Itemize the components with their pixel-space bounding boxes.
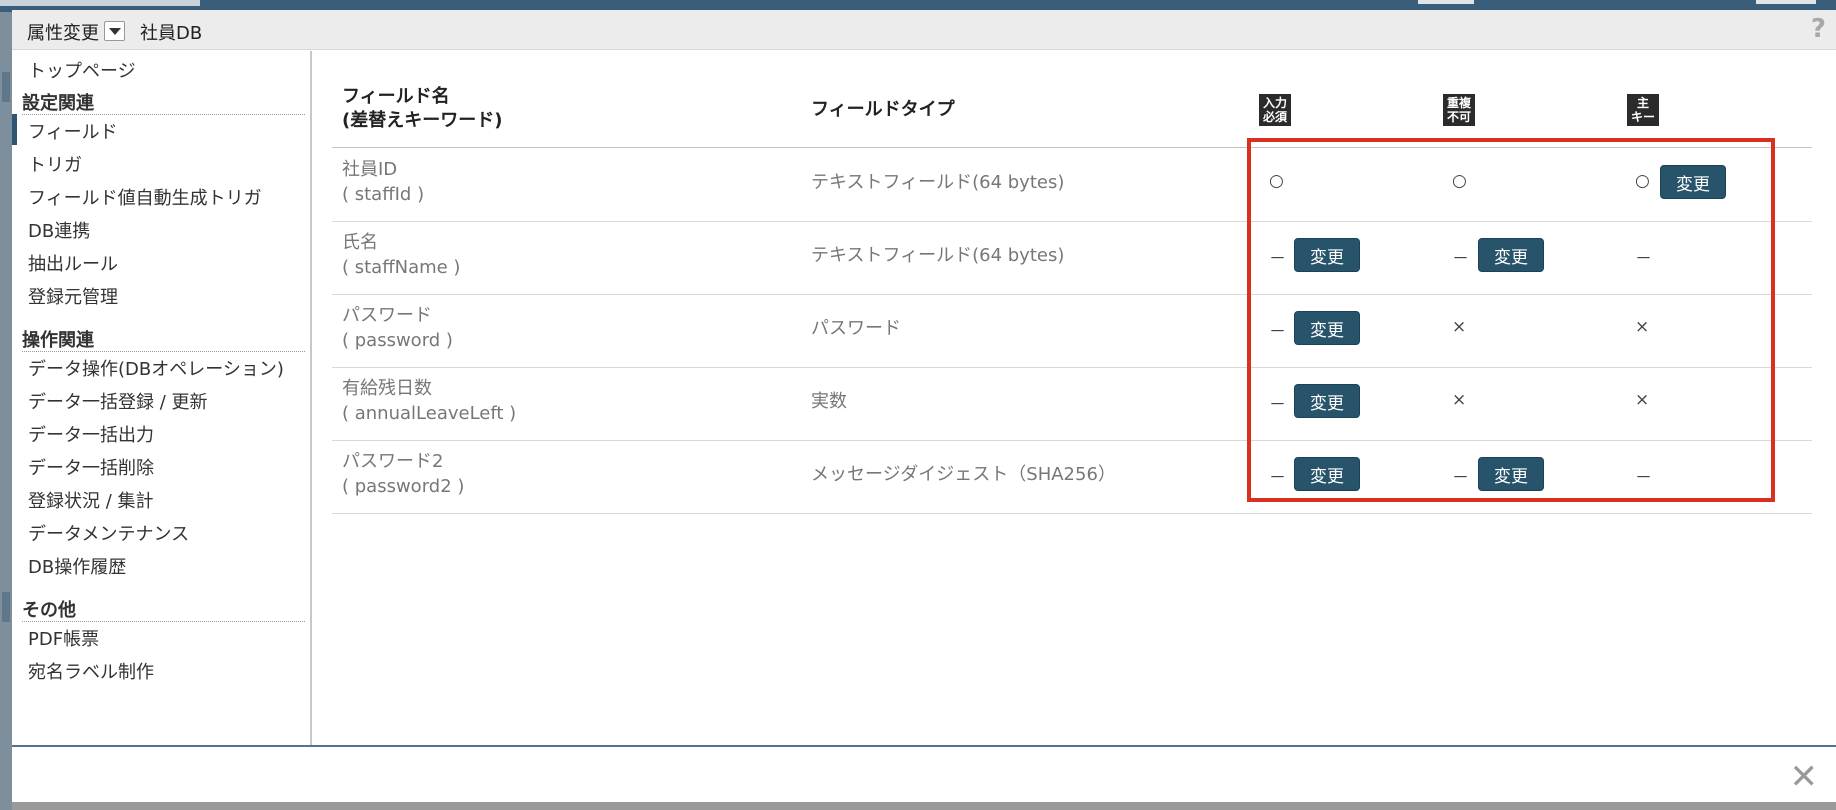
attr-change-label: 属性変更: [27, 23, 99, 44]
background-app-sidebar: [0, 12, 12, 810]
field-name: 社員ID: [342, 159, 398, 180]
dialog-footer: ✕: [12, 745, 1836, 802]
field-type: テキストフィールド(64 bytes): [811, 245, 1065, 266]
change-required-button[interactable]: 変更: [1294, 238, 1360, 272]
sidebar-item-extract-rule[interactable]: 抽出ルール: [28, 250, 118, 276]
sidebar-item-bulk-delete[interactable]: データ一括削除: [28, 454, 154, 480]
sidebar-item-auto-trigger[interactable]: フィールド値自動生成トリガ: [28, 184, 262, 210]
primary-key-icon: 主 キー: [1627, 94, 1659, 126]
change-unique-button[interactable]: 変更: [1478, 457, 1544, 491]
field-key: ( staffName ): [342, 257, 461, 278]
required-mark: －: [1269, 395, 1286, 415]
row-divider: [332, 513, 1812, 514]
sidebar-section-settings: 設定関連: [22, 93, 94, 114]
field-type: 実数: [811, 391, 847, 412]
header-divider: [332, 147, 1812, 148]
unique-mark: ×: [1452, 390, 1467, 410]
sidebar-item-maintenance[interactable]: データメンテナンス: [28, 520, 189, 546]
chevron-down-icon: [108, 27, 121, 35]
help-icon[interactable]: ?: [1811, 14, 1826, 44]
background-marker: [2, 72, 10, 102]
sidebar-item-trigger[interactable]: トリガ: [28, 151, 82, 177]
db-name: 社員DB: [140, 23, 203, 44]
primary-key-icon-line1: 主: [1636, 96, 1649, 110]
unique-icon-line1: 重複: [1446, 96, 1471, 110]
field-key: ( password ): [342, 330, 453, 351]
required-mark: ○: [1269, 171, 1284, 191]
sidebar-item-status-aggregate[interactable]: 登録状況 / 集計: [28, 487, 154, 513]
sidebar-item-history[interactable]: DB操作履歴: [28, 553, 126, 579]
unique-icon-line2: 不可: [1446, 110, 1471, 124]
field-name: パスワード2: [342, 451, 444, 472]
primary-key-mark: －: [1635, 249, 1652, 269]
primary-key-mark: ○: [1635, 171, 1650, 191]
sidebar-nav: トップページ 設定関連 フィールド トリガ フィールド値自動生成トリガ DB連携…: [12, 51, 312, 745]
field-key: ( password2 ): [342, 476, 465, 497]
section-divider: [22, 621, 305, 622]
field-name: 有給残日数: [342, 378, 432, 399]
primary-key-mark: ×: [1635, 317, 1650, 337]
field-key: ( annualLeaveLeft ): [342, 403, 517, 424]
col-header-field-name-sub: (差替えキーワード): [342, 110, 503, 131]
dialog-header: 属性変更 社員DB ?: [12, 10, 1836, 50]
field-key: ( staffId ): [342, 184, 425, 205]
change-unique-button[interactable]: 変更: [1478, 238, 1544, 272]
col-header-field-name: フィールド名 (差替えキーワード): [342, 85, 502, 133]
row-divider: [332, 367, 1812, 368]
change-required-button[interactable]: 変更: [1294, 384, 1360, 418]
section-divider: [22, 114, 305, 115]
attr-change-dropdown[interactable]: [104, 21, 125, 41]
col-header-field-type: フィールドタイプ: [811, 99, 955, 120]
background-tab: [1756, 0, 1816, 4]
change-required-button[interactable]: 変更: [1294, 457, 1360, 491]
required-icon-line2: 必須: [1262, 110, 1287, 124]
background-marker: [2, 592, 10, 622]
change-required-button[interactable]: 変更: [1294, 311, 1360, 345]
sidebar-item-bulk-register[interactable]: データ一括登録 / 更新: [28, 388, 208, 414]
sidebar-section-operations: 操作関連: [22, 330, 94, 351]
row-divider: [332, 440, 1812, 441]
field-type: パスワード: [811, 318, 901, 339]
sidebar-item-address-label[interactable]: 宛名ラベル制作: [28, 658, 154, 684]
col-header-field-name-text: フィールド名: [342, 86, 450, 107]
background-app-bottom: [12, 802, 1836, 810]
required-icon: 入力 必須: [1259, 94, 1291, 126]
field-type: テキストフィールド(64 bytes): [811, 172, 1065, 193]
primary-key-mark: －: [1635, 468, 1652, 488]
required-icon-line1: 入力: [1262, 96, 1287, 110]
close-icon[interactable]: ✕: [1790, 757, 1819, 797]
sidebar-item-top-page[interactable]: トップページ: [28, 57, 136, 83]
background-tab: [1418, 0, 1474, 4]
primary-key-mark: ×: [1635, 390, 1650, 410]
row-divider: [332, 221, 1812, 222]
primary-key-icon-line2: キー: [1630, 110, 1655, 124]
unique-mark: －: [1452, 468, 1469, 488]
sidebar-item-pdf-form[interactable]: PDF帳票: [28, 625, 99, 651]
background-logo: [0, 0, 200, 6]
section-divider: [22, 351, 305, 352]
field-name: パスワード: [342, 305, 432, 326]
field-type: メッセージダイジェスト（SHA256）: [811, 464, 1116, 485]
required-mark: －: [1269, 468, 1286, 488]
unique-mark: －: [1452, 249, 1469, 269]
sidebar-section-other: その他: [22, 600, 76, 621]
active-indicator: [12, 114, 17, 145]
sidebar-item-source-manage[interactable]: 登録元管理: [28, 283, 118, 309]
sidebar-item-bulk-export[interactable]: データ一括出力: [28, 421, 154, 447]
sidebar-item-data-operation[interactable]: データ操作(DBオペレーション): [28, 355, 284, 381]
required-mark: －: [1269, 249, 1286, 269]
sidebar-item-db-link[interactable]: DB連携: [28, 217, 90, 243]
field-name: 氏名: [342, 232, 378, 253]
required-mark: －: [1269, 322, 1286, 342]
field-table: フィールド名 (差替えキーワード) フィールドタイプ 入力 必須 重複 不可 主…: [314, 51, 1836, 745]
sidebar-item-field[interactable]: フィールド: [28, 118, 118, 144]
attribute-change-dialog: 属性変更 社員DB ? トップページ 設定関連 フィールド トリガ フィールド値…: [12, 10, 1836, 802]
unique-mark: ×: [1452, 317, 1467, 337]
unique-icon: 重複 不可: [1443, 94, 1475, 126]
row-divider: [332, 294, 1812, 295]
unique-mark: ○: [1452, 171, 1467, 191]
change-primary-key-button[interactable]: 変更: [1660, 165, 1726, 199]
